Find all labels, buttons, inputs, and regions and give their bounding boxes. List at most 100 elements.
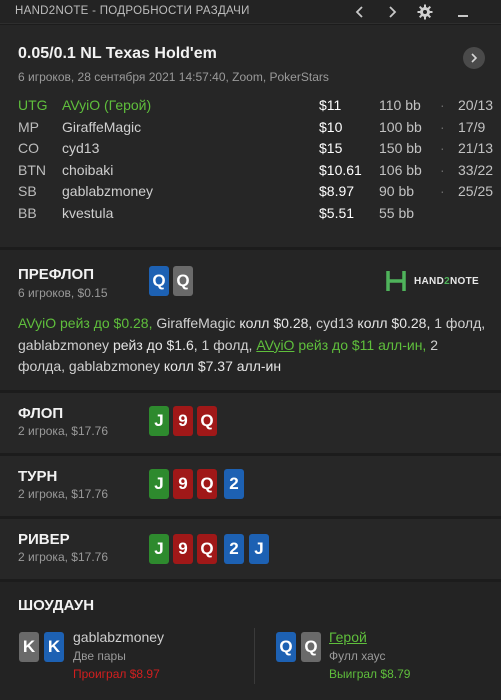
next-hand-icon[interactable]	[463, 47, 485, 69]
player-stack: $8.97	[319, 183, 355, 199]
player-stats: 17/9	[458, 118, 486, 135]
player-position: MP	[18, 118, 39, 135]
action-player[interactable]: GiraffeMagic	[152, 315, 235, 331]
showdown-result: Выиграл $8.79	[329, 667, 411, 681]
player-row: SB gablabzmoney $8.97 90 bb · 25/25	[18, 183, 493, 205]
showdown-result: Проиграл $8.97	[73, 667, 160, 681]
player-name[interactable]: choibaki	[62, 162, 113, 178]
turn-title: ТУРН	[18, 468, 58, 485]
showdown-hero-name[interactable]: Герой	[329, 629, 367, 645]
player-name[interactable]: cyd13	[62, 140, 99, 156]
player-position: SB	[18, 183, 37, 199]
player-position: UTG	[18, 97, 48, 113]
showdown-card: K	[19, 632, 39, 662]
player-stack-bb: 100 bb	[379, 118, 422, 135]
turn-sub: 2 игрока, $17.76	[18, 487, 108, 501]
player-position: CO	[18, 140, 39, 156]
player-stack-bb: 150 bb	[379, 140, 422, 156]
preflop-section: ПРЕФЛОП 6 игроков, $0.15 Q Q HAND2NOTE A…	[0, 250, 501, 390]
hand-summary-section: 0.05/0.1 NL Texas Hold'em 6 игроков, 28 …	[0, 25, 501, 247]
player-row: BB kvestula $5.51 55 bb	[18, 205, 488, 227]
preflop-sub: 6 игроков, $0.15	[18, 286, 108, 300]
flop-sub: 2 игрока, $17.76	[18, 424, 108, 438]
stats-separator: ·	[440, 140, 445, 156]
players-table: UTG AVyiO (Герой) $11 110 bb · 20/13 MP …	[18, 97, 493, 227]
flop-section: ФЛОП 2 игрока, $17.76 J 9 Q	[0, 393, 501, 453]
minimize-icon[interactable]	[453, 2, 473, 22]
player-stack: $15	[319, 140, 343, 156]
hero-card: Q	[173, 266, 193, 296]
showdown-card: Q	[276, 632, 296, 662]
action-text: 1 фолд,	[197, 336, 253, 353]
game-title: 0.05/0.1 NL Texas Hold'em	[18, 45, 217, 62]
river-section: РИВЕР 2 игрока, $17.76 J 9 Q 2 J	[0, 519, 501, 579]
stats-separator: ·	[440, 183, 445, 199]
showdown-title: ШОУДАУН	[18, 597, 95, 614]
player-stack-bb: 90 bb	[379, 183, 415, 199]
board-card: 9	[173, 469, 193, 499]
player-name[interactable]: kvestula	[62, 205, 113, 221]
action-player[interactable]: gablabzmoney	[65, 358, 160, 374]
hero-card: Q	[149, 266, 169, 296]
action-player[interactable]: AVyiO	[256, 337, 294, 353]
player-name[interactable]: gablabzmoney	[62, 183, 153, 199]
board-card: 2	[224, 469, 244, 499]
board-card: 2	[224, 534, 244, 564]
stats-separator: ·	[440, 97, 445, 113]
board-card: J	[149, 406, 169, 436]
showdown-section: ШОУДАУН K K gablabzmoney Две пары Проигр…	[0, 582, 501, 700]
player-stack-bb: 110 bb	[379, 97, 421, 113]
action-text: колл $0.28,	[353, 315, 431, 331]
stats-separator: ·	[440, 161, 445, 178]
board-card: Q	[197, 406, 217, 436]
showdown-hand-rank: Две пары	[73, 649, 126, 663]
showdown-card: K	[44, 632, 64, 662]
action-text: 1 фолд,	[430, 315, 486, 331]
hand-details: 6 игроков, 28 сентября 2021 14:57:40, Zo…	[18, 70, 329, 84]
back-arrow-icon[interactable]	[350, 2, 370, 22]
gear-icon[interactable]	[415, 2, 435, 22]
player-stack: $10	[319, 118, 343, 135]
player-position: BB	[18, 204, 37, 221]
player-stack: $11	[319, 97, 342, 113]
stats-separator: ·	[440, 118, 445, 135]
player-name[interactable]: AVyiO (Герой)	[62, 97, 151, 113]
player-stats: 33/22	[458, 161, 494, 178]
showdown-hand-rank: Фулл хаус	[329, 649, 386, 663]
player-row: MP GiraffeMagic $10 100 bb · 17/9	[18, 119, 488, 141]
preflop-actions: AVyiO рейз до $0.28, GiraffeMagic колл $…	[18, 313, 486, 378]
player-stats: 20/13	[458, 97, 494, 113]
action-text: рейз до $1.6,	[109, 336, 198, 353]
showdown-divider	[254, 628, 255, 684]
river-sub: 2 игрока, $17.76	[18, 550, 108, 564]
action-player[interactable]: gablabzmoney	[18, 337, 109, 353]
board-card: J	[149, 469, 169, 499]
forward-arrow-icon[interactable]	[382, 2, 402, 22]
window-title: HAND2NOTE - ПОДРОБНОСТИ РАЗДАЧИ	[15, 5, 250, 17]
board-card: J	[249, 534, 269, 564]
action-player[interactable]: cyd13	[312, 315, 353, 331]
board-card: Q	[197, 534, 217, 564]
player-stack: $5.51	[319, 204, 355, 221]
player-position: BTN	[18, 161, 46, 178]
player-row: CO cyd13 $15 150 bb · 21/13	[18, 140, 493, 162]
player-row: BTN choibaki $10.61 106 bb · 33/22	[18, 161, 493, 184]
turn-section: ТУРН 2 игрока, $17.76 J 9 Q 2	[0, 456, 501, 516]
hand2note-logo: HAND2NOTE	[386, 270, 479, 292]
showdown-card: Q	[301, 632, 321, 662]
player-stack-bb: 55 bb	[379, 204, 415, 221]
action-text: рейз до $0.28,	[56, 315, 153, 331]
board-card: Q	[197, 469, 217, 499]
player-stack-bb: 106 bb	[379, 161, 422, 178]
player-stats: 25/25	[458, 183, 494, 199]
board-card: 9	[173, 406, 193, 436]
player-name[interactable]: GiraffeMagic	[62, 119, 141, 135]
action-player[interactable]: AVyiO	[18, 315, 56, 331]
flop-title: ФЛОП	[18, 405, 64, 422]
player-stats: 21/13	[458, 140, 494, 156]
river-title: РИВЕР	[18, 531, 70, 548]
action-text: колл $0.28,	[235, 315, 313, 331]
showdown-player-name[interactable]: gablabzmoney	[73, 629, 164, 645]
board-card: J	[149, 534, 169, 564]
board-card: 9	[173, 534, 193, 564]
